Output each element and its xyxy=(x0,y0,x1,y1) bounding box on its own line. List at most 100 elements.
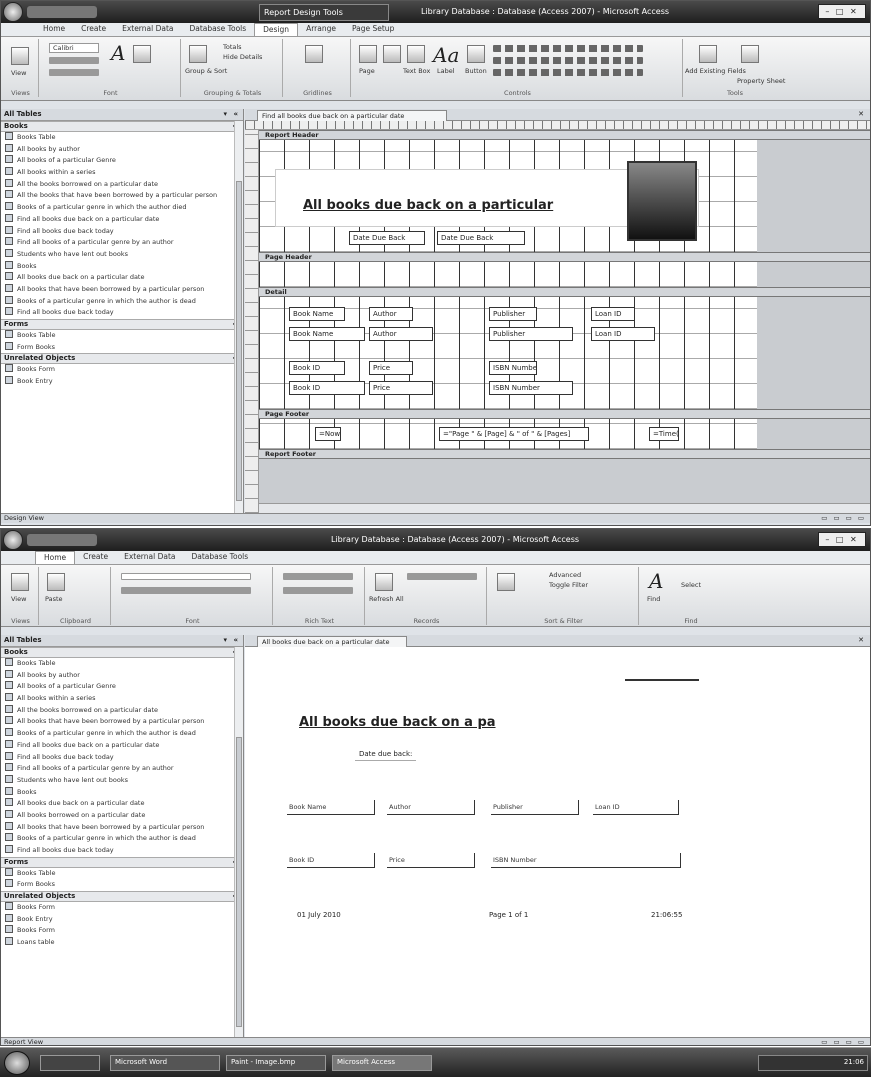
nav-item[interactable]: Book Entry xyxy=(1,376,243,388)
toggle-filter-button[interactable]: Toggle Filter xyxy=(549,581,588,589)
ribbon-tab[interactable]: Create xyxy=(73,23,114,36)
conditional-icon[interactable] xyxy=(133,45,151,63)
ribbon-tab[interactable]: Home xyxy=(35,551,76,564)
nav-item[interactable]: Find all books due back today xyxy=(1,751,243,764)
nav-group-header[interactable]: Books« xyxy=(1,121,243,132)
horizontal-scrollbar[interactable] xyxy=(259,503,870,513)
indent-buttons[interactable] xyxy=(283,587,353,594)
window-controls[interactable]: – □ ✕ xyxy=(818,4,866,19)
ribbon-tab[interactable]: Home xyxy=(35,23,73,36)
ribbon-tab[interactable]: Page Setup xyxy=(344,23,402,36)
document-tab[interactable]: All books due back on a particular date xyxy=(257,636,407,647)
footer-now-control[interactable]: =Now() xyxy=(315,427,341,441)
nav-item[interactable]: Books Form xyxy=(1,364,243,376)
nav-header[interactable]: All Tables ▾ « xyxy=(1,635,243,647)
detail-field[interactable]: Loan ID xyxy=(591,327,655,341)
controls-gallery-row3[interactable] xyxy=(493,69,643,76)
logo-icon[interactable] xyxy=(383,45,401,63)
nav-item[interactable]: All the books borrowed on a particular d… xyxy=(1,704,243,717)
taskbar-button-3[interactable]: Microsoft Access xyxy=(332,1055,432,1071)
ribbon-tab[interactable]: Create xyxy=(75,551,116,564)
ribbon-tab[interactable]: External Data xyxy=(116,551,183,564)
header-control-1[interactable]: Date Due Back xyxy=(349,231,425,245)
group-sort-icon[interactable] xyxy=(189,45,207,63)
nav-item[interactable]: All books that have been borrowed by a p… xyxy=(1,283,243,296)
taskbar-button-2[interactable]: Paint - Image.bmp xyxy=(226,1055,326,1071)
nav-item[interactable]: Find all books due back on a particular … xyxy=(1,739,243,752)
totals-button[interactable]: Totals xyxy=(223,43,242,51)
view-icon[interactable] xyxy=(11,47,29,65)
document-tab[interactable]: Find all books due back on a particular … xyxy=(257,110,447,121)
taskbar-button-1[interactable]: Microsoft Word xyxy=(110,1055,220,1071)
system-tray-clock[interactable]: 21:06 xyxy=(758,1055,868,1071)
section-bar-report-header[interactable]: Report Header xyxy=(259,130,870,140)
nav-item[interactable]: Find all books due back on a particular … xyxy=(1,213,243,226)
nav-item[interactable]: Books of a particular genre in which the… xyxy=(1,202,243,214)
scroll-thumb[interactable] xyxy=(236,737,242,1027)
nav-item[interactable]: Find all books due back today xyxy=(1,307,243,319)
close-icon[interactable]: ✕ xyxy=(858,110,864,118)
ribbon-tab[interactable]: External Data xyxy=(114,23,181,36)
detail-field[interactable]: Author xyxy=(369,327,433,341)
detail-label[interactable]: ISBN Number xyxy=(489,361,537,375)
nav-scrollbar[interactable] xyxy=(234,121,243,513)
header-control-2[interactable]: Date Due Back xyxy=(437,231,525,245)
nav-controls-icon[interactable]: ▾ « xyxy=(224,110,240,118)
add-existing-fields-icon[interactable] xyxy=(699,45,717,63)
nav-item[interactable]: Books Form xyxy=(1,925,243,937)
nav-controls-icon[interactable]: ▾ « xyxy=(224,636,240,644)
font-name-select[interactable]: Calibri xyxy=(49,43,99,53)
ribbon-tab[interactable]: Database Tools xyxy=(184,551,257,564)
nav-item[interactable]: Books xyxy=(1,786,243,799)
ribbon-tab[interactable]: Design xyxy=(254,23,299,36)
controls-gallery[interactable] xyxy=(493,45,643,52)
nav-item[interactable]: Books of a particular genre in which the… xyxy=(1,295,243,308)
nav-item[interactable]: All books within a series xyxy=(1,167,243,179)
nav-item[interactable]: All the books that have been borrowed by… xyxy=(1,190,243,202)
controls-gallery-row2[interactable] xyxy=(493,57,643,64)
nav-item[interactable]: All books that have been borrowed by a p… xyxy=(1,821,243,834)
nav-item[interactable]: Students who have lent out books xyxy=(1,774,243,787)
nav-scrollbar[interactable] xyxy=(234,647,243,1037)
detail-field[interactable]: Publisher xyxy=(489,327,573,341)
nav-item[interactable]: Books xyxy=(1,260,243,273)
text-box-icon[interactable] xyxy=(407,45,425,63)
detail-label[interactable]: Loan ID xyxy=(591,307,635,321)
refresh-icon[interactable] xyxy=(375,573,393,591)
office-button[interactable] xyxy=(3,530,23,550)
section-bar-detail[interactable]: Detail xyxy=(259,287,870,297)
nav-group-header[interactable]: Forms« xyxy=(1,319,243,330)
quick-launch[interactable] xyxy=(40,1055,100,1071)
scroll-thumb[interactable] xyxy=(236,181,242,501)
nav-item[interactable]: Books Table xyxy=(1,867,243,880)
nav-item[interactable]: Form Books xyxy=(1,341,243,354)
detail-label[interactable]: Book Name xyxy=(289,307,345,321)
nav-item[interactable]: All books of a particular Genre xyxy=(1,681,243,693)
font-name-select[interactable] xyxy=(121,573,251,580)
nav-item[interactable]: Loans table xyxy=(1,937,243,949)
nav-item[interactable]: All books borrowed on a particular date xyxy=(1,809,243,822)
nav-item[interactable]: All books within a series xyxy=(1,693,243,705)
nav-item[interactable]: All the books borrowed on a particular d… xyxy=(1,178,243,191)
view-switcher[interactable]: ▭ ▭ ▭ ▭ xyxy=(821,1038,866,1045)
property-sheet-icon[interactable] xyxy=(741,45,759,63)
close-icon[interactable]: ✕ xyxy=(858,636,864,644)
nav-item[interactable]: Books Table xyxy=(1,330,243,342)
detail-field[interactable]: Book ID xyxy=(289,381,365,395)
records-buttons[interactable] xyxy=(407,573,477,580)
nav-item[interactable]: All books due back on a particular date xyxy=(1,272,243,284)
button-icon[interactable] xyxy=(467,45,485,63)
nav-group-header[interactable]: Unrelated Objects« xyxy=(1,353,243,365)
nav-item[interactable]: All books by author xyxy=(1,669,243,682)
nav-item[interactable]: All books that have been borrowed by a p… xyxy=(1,716,243,728)
font-color-icon[interactable]: A xyxy=(111,41,125,65)
format-buttons[interactable] xyxy=(49,57,99,64)
detail-label[interactable]: Book ID xyxy=(289,361,345,375)
detail-label[interactable]: Author xyxy=(369,307,413,321)
nav-item[interactable]: Students who have lent out books xyxy=(1,248,243,261)
window-controls[interactable]: – □ ✕ xyxy=(818,532,866,547)
filter-icon[interactable] xyxy=(497,573,515,591)
quick-access-toolbar[interactable] xyxy=(27,6,97,18)
detail-label[interactable]: Price xyxy=(369,361,413,375)
nav-item[interactable]: Books of a particular genre in which the… xyxy=(1,833,243,845)
